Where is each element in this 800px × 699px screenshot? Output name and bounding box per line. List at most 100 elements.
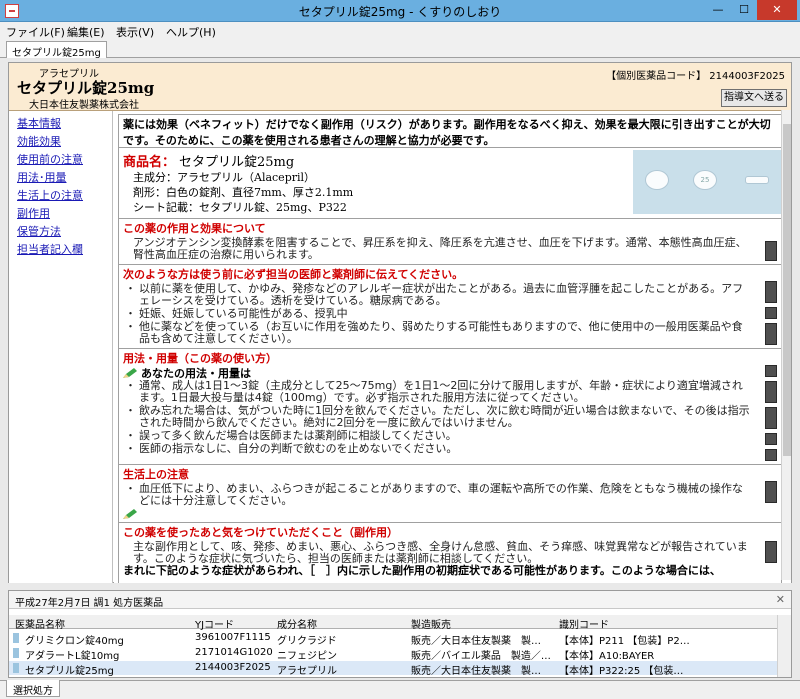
product-box-name: セタプリル錠25mg xyxy=(179,155,295,170)
section-dosage: 用法・用量（この薬の使い方） あなたの用法・用量は 通常、成人は1日1～3錠（主… xyxy=(118,349,782,465)
list-item: 医師の指示なしに、自分の判断で飲むのを止めないでください。 xyxy=(119,443,781,456)
section-marker[interactable] xyxy=(765,307,777,319)
title-bar: セタプリル錠25mg - くすりのしおり — ☐ ✕ xyxy=(0,0,800,22)
section-body: 主な副作用として、咳、発疹、めまい、悪心、ふらつき感、全身けん怠感、貧血、そう痒… xyxy=(133,540,748,565)
section-heading: この薬の作用と効果について xyxy=(123,222,266,235)
table-cell: アダラートL錠10mg xyxy=(25,651,120,662)
table-cell: 2171014G1020 xyxy=(195,647,273,658)
bottom-tab-strip: 選択処方 xyxy=(0,680,800,699)
list-item: 他に薬などを使っている（お互いに作用を強めたり、弱めたりする可能性もありますので… xyxy=(119,321,781,345)
section-heading: 用法・用量（この薬の使い方） xyxy=(123,352,277,365)
section-marker[interactable] xyxy=(765,541,777,563)
column-header[interactable]: 成分名称 xyxy=(277,616,317,631)
content-area: 薬には効果（ベネフィット）だけでなく副作用（リスク）があります。副作用をなるべく… xyxy=(114,111,791,583)
pencil-icon xyxy=(123,509,137,519)
section-marker[interactable] xyxy=(765,323,777,345)
table-cell: 【本体】P211 【包装】P2… xyxy=(559,636,690,647)
list-item: 飲み忘れた場合は、気がついた時に1回分を飲んでください。ただし、次に飲む時間が近… xyxy=(119,405,781,429)
section-effect: この薬の作用と効果について アンジオテンシン変換酵素を阻害することで、昇圧系を抑… xyxy=(118,219,782,265)
table-cell: 2144003F2025 xyxy=(195,662,271,673)
menu-edit[interactable]: 編集(E) xyxy=(67,24,105,40)
section-marker[interactable] xyxy=(765,381,777,403)
table-cell: 3961007F1115 xyxy=(195,632,271,643)
list-item: 通常、成人は1日1～3錠（主成分として25～75mg）を1日1～2回に分けて服用… xyxy=(119,380,781,404)
nav-link-efficacy[interactable]: 効能効果 xyxy=(17,133,61,149)
send-guide-button[interactable]: 指導文へ送る xyxy=(721,89,787,107)
tablet-mark-image: 25 xyxy=(693,170,717,190)
tab-selected-prescription[interactable]: 選択処方 xyxy=(6,680,60,697)
menu-view[interactable]: 表示(V) xyxy=(116,24,154,40)
row-marker xyxy=(13,648,19,658)
table-row[interactable]: グリミクロン錠40mg 3961007F1115 グリクラジド 販売／大日本住友… xyxy=(9,631,791,647)
drug-header: アラセプリル セタプリル錠25mg 大日本住友製薬株式会社 【個別医薬品コード】… xyxy=(9,63,791,111)
nav-link-staff-notes[interactable]: 担当者記入欄 xyxy=(17,241,83,257)
section-marker[interactable] xyxy=(765,241,777,261)
tab-document[interactable]: セタプリル錠25mg xyxy=(6,41,107,59)
table-cell: ニフェジピン xyxy=(277,651,337,662)
content-scrollbar[interactable] xyxy=(781,110,791,580)
section-marker[interactable] xyxy=(765,281,777,303)
section-marker[interactable] xyxy=(765,407,777,429)
section-heading: 生活上の注意 xyxy=(123,468,189,481)
nav-link-precautions[interactable]: 使用前の注意 xyxy=(17,151,83,167)
close-icon[interactable]: ✕ xyxy=(776,593,785,606)
section-marker[interactable] xyxy=(765,449,777,461)
drug-code: 【個別医薬品コード】 2144003F2025 xyxy=(606,71,785,82)
menu-help[interactable]: ヘルプ(H) xyxy=(166,24,216,40)
product-label: 商品名： xyxy=(123,155,176,170)
prescription-title: 平成27年2月7日 調1 処方医薬品 ✕ xyxy=(9,591,791,609)
list-item: 血圧低下により、めまい、ふらつきが起こることがありますので、車の運転や高所での作… xyxy=(119,483,781,507)
scrollbar-thumb[interactable] xyxy=(783,124,791,456)
menu-file[interactable]: ファイル(F) xyxy=(6,24,65,40)
prescription-scrollbar[interactable] xyxy=(777,615,791,677)
section-heading: この薬を使ったあと気をつけていただくこと（副作用） xyxy=(123,526,398,539)
table-cell: 【本体】A10:BAYER xyxy=(559,651,655,662)
close-button[interactable]: ✕ xyxy=(757,0,797,20)
table-cell: 販売／大日本住友製薬 製… xyxy=(411,666,541,677)
form-text: 剤形：白色の錠剤、直径7mm、厚さ2.1mm xyxy=(133,186,354,199)
section-heading: 次のような方は使う前に必ず担当の医師と薬剤師に伝えてください。 xyxy=(123,268,464,281)
nav-link-dosage[interactable]: 用法･用量 xyxy=(17,169,67,185)
section-marker[interactable] xyxy=(765,481,777,503)
section-marker[interactable] xyxy=(765,365,777,377)
window-title: セタプリル錠25mg - くすりのしおり xyxy=(298,5,502,19)
section-nav: 基本情報 効能効果 使用前の注意 用法･用量 生活上の注意 副作用 保管方法 担… xyxy=(9,111,113,583)
document-tab-strip: セタプリル錠25mg xyxy=(0,40,800,59)
section-body-more: まれに下記のような症状があらわれ、［ ］内に示した副作用の初期症状である可能性が… xyxy=(123,564,721,577)
table-cell: 【本体】P322:25 【包装… xyxy=(559,666,684,677)
tablet-side-image xyxy=(745,176,769,184)
ingredient-text: 主成分：アラセプリル（Alacepril） xyxy=(133,171,316,184)
nav-link-lifestyle[interactable]: 生活上の注意 xyxy=(17,187,83,203)
minimize-button[interactable]: — xyxy=(705,0,731,20)
list-item: 以前に薬を使用して、かゆみ、発疹などのアレルギー症状が出たことがある。過去に血管… xyxy=(119,283,781,307)
prescription-pane: 平成27年2月7日 調1 処方医薬品 ✕ 医薬品名称 YJコード 成分名称 製造… xyxy=(8,590,792,678)
section-body: アンジオテンシン変換酵素を阻害することで、昇圧系を抑え、降圧系を亢進させ、血圧を… xyxy=(133,236,747,261)
section-side-effects: この薬を使ったあと気をつけていただくこと（副作用） 主な副作用として、咳、発疹、… xyxy=(118,523,782,583)
prescription-title-text: 平成27年2月7日 調1 処方医薬品 xyxy=(15,598,164,609)
column-header[interactable]: 識別コード xyxy=(559,616,609,631)
section-lifestyle: 生活上の注意 血圧低下により、めまい、ふらつきが起こることがありますので、車の運… xyxy=(118,465,782,523)
table-cell: 販売／大日本住友製薬 製… xyxy=(411,636,541,647)
table-cell: セタプリル錠25mg xyxy=(25,666,114,677)
tablet-front-image xyxy=(645,170,669,190)
menu-bar: ファイル(F) 編集(E) 表示(V) ヘルプ(H) xyxy=(0,22,800,40)
tablet-photo: 25 xyxy=(633,150,781,214)
drug-info-pane: アラセプリル セタプリル錠25mg 大日本住友製薬株式会社 【個別医薬品コード】… xyxy=(8,62,792,583)
table-row[interactable]: アダラートL錠10mg 2171014G1020 ニフェジピン 販売／バイエル薬… xyxy=(9,646,791,662)
product-box: 商品名： セタプリル錠25mg 主成分：アラセプリル（Alacepril） 剤形… xyxy=(118,148,782,219)
table-cell: アラセプリル xyxy=(277,666,337,677)
table-cell: 販売／バイエル薬品 製造／… xyxy=(411,651,551,662)
nav-link-basic[interactable]: 基本情報 xyxy=(17,115,61,131)
nav-link-storage[interactable]: 保管方法 xyxy=(17,223,61,239)
section-before-use: 次のような方は使う前に必ず担当の医師と薬剤師に伝えてください。 以前に薬を使用し… xyxy=(118,265,782,349)
intro-text: 薬には効果（ベネフィット）だけでなく副作用（リスク）があります。副作用をなるべく… xyxy=(118,114,782,148)
table-header: 医薬品名称 YJコード 成分名称 製造販売 識別コード xyxy=(9,615,791,631)
column-header[interactable]: 医薬品名称 xyxy=(15,616,65,631)
section-marker[interactable] xyxy=(765,433,777,445)
column-header[interactable]: YJコード xyxy=(195,616,234,631)
row-marker xyxy=(13,633,19,643)
column-header[interactable]: 製造販売 xyxy=(411,616,451,631)
table-row-selected[interactable]: セタプリル錠25mg 2144003F2025 アラセプリル 販売／大日本住友製… xyxy=(9,661,791,677)
maximize-button[interactable]: ☐ xyxy=(731,0,757,20)
nav-link-side-effects[interactable]: 副作用 xyxy=(17,205,50,221)
